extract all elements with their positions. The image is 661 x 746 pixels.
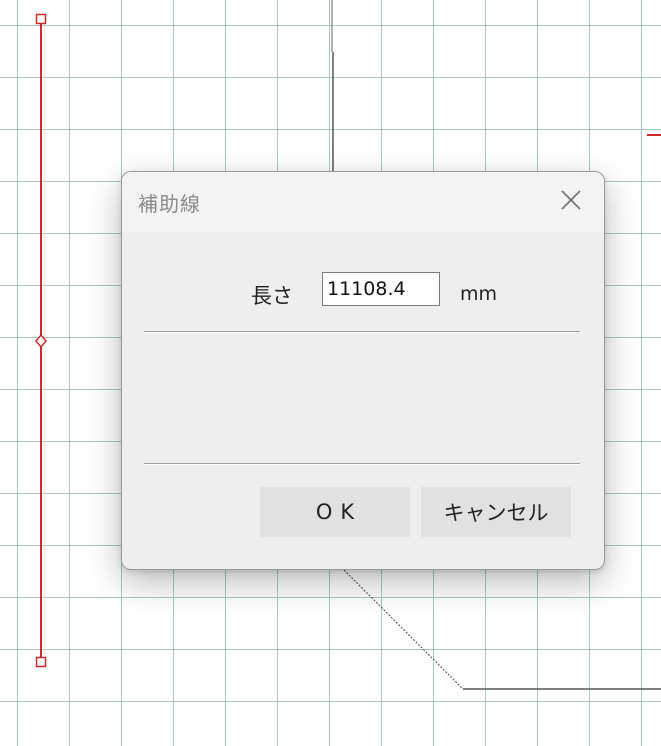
cancel-button[interactable]: キャンセル bbox=[421, 487, 571, 537]
separator-top bbox=[144, 331, 580, 333]
length-row: 長さ mm bbox=[122, 270, 604, 314]
guide-handle-top[interactable] bbox=[35, 13, 47, 25]
guide-handle-mid[interactable] bbox=[35, 333, 47, 349]
ok-button[interactable]: OK bbox=[260, 487, 410, 537]
separator-bottom bbox=[144, 463, 580, 465]
unit-label: mm bbox=[460, 283, 498, 305]
dialog-titlebar[interactable]: 補助線 bbox=[122, 172, 604, 232]
length-label: 長さ bbox=[251, 284, 293, 308]
length-input[interactable] bbox=[322, 272, 440, 306]
guideline-dialog: 補助線 長さ mm OK キャンセル bbox=[121, 171, 605, 570]
drawing-line-diagonal[interactable] bbox=[343, 569, 464, 690]
guide-handle-bottom[interactable] bbox=[35, 656, 47, 668]
dialog-title: 補助線 bbox=[138, 192, 201, 216]
close-icon[interactable] bbox=[555, 184, 587, 216]
